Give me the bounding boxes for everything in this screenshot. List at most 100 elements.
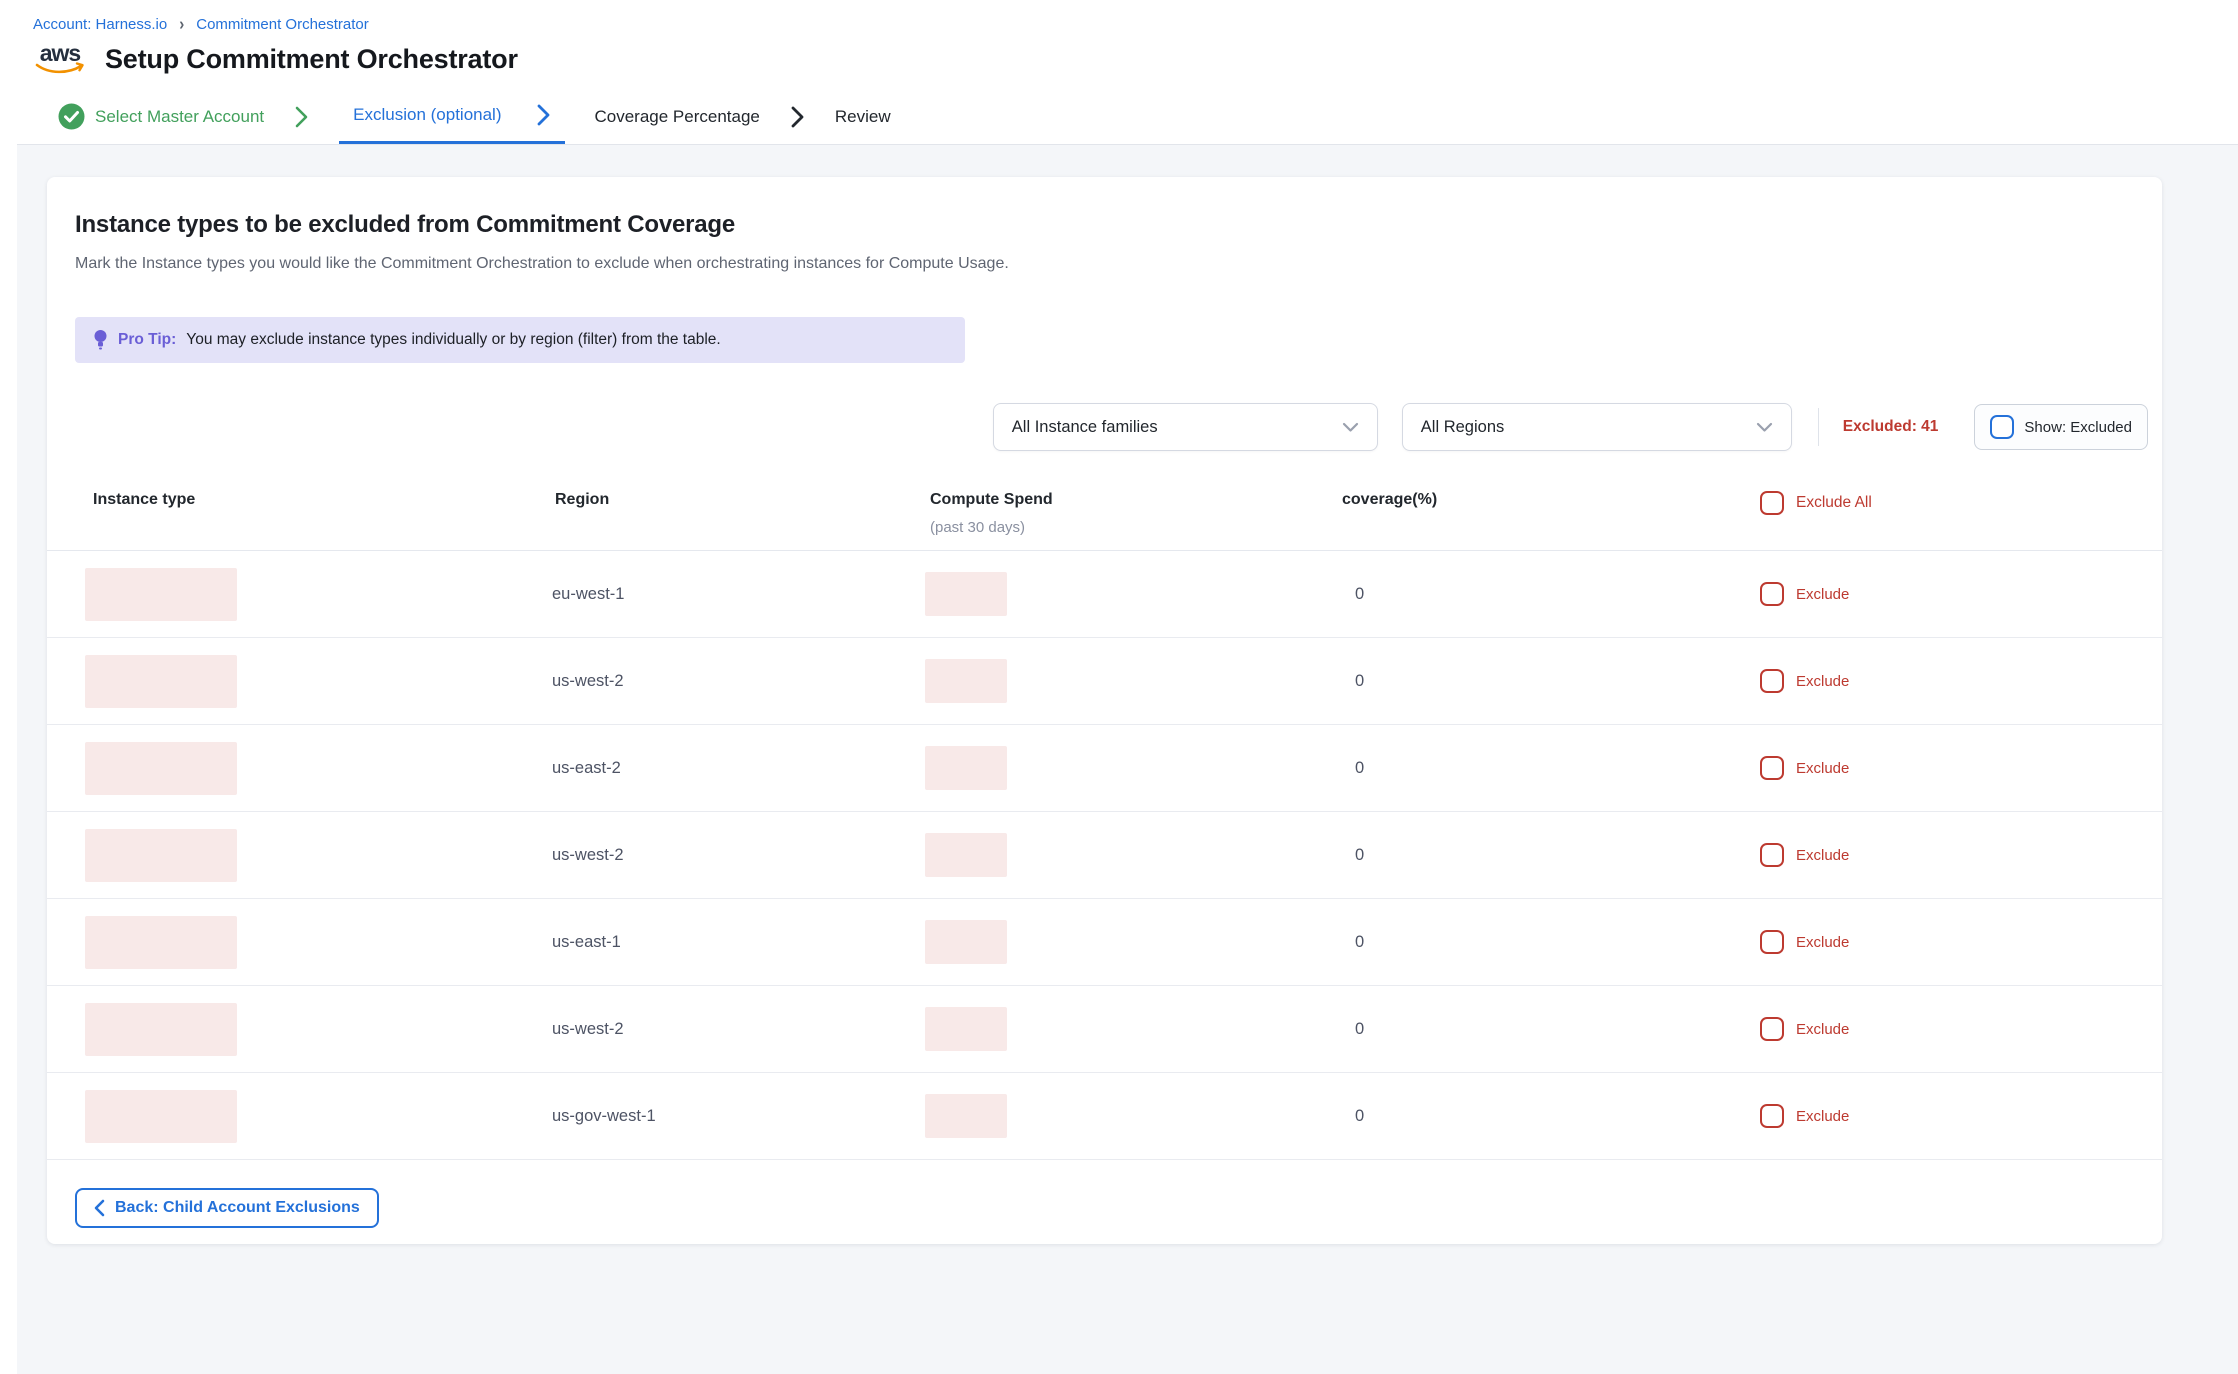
breadcrumb: Account: Harness.io › Commitment Orchest… bbox=[33, 16, 2238, 33]
col-compute-spend: Compute Spend (past 30 days) bbox=[887, 491, 1307, 536]
pro-tip-text: You may exclude instance types individua… bbox=[186, 331, 720, 349]
table-row: eu-west-1 0 Exclude bbox=[47, 551, 2162, 638]
exclude-label[interactable]: Exclude bbox=[1796, 1021, 1849, 1038]
check-circle-icon bbox=[58, 103, 85, 130]
region-value: us-east-2 bbox=[467, 759, 887, 778]
wizard-stepper: Select Master Account Exclusion (optiona… bbox=[17, 89, 2238, 145]
redacted-instance-type bbox=[85, 742, 237, 795]
instance-family-dropdown-value: All Instance families bbox=[1012, 418, 1158, 437]
exclude-label[interactable]: Exclude bbox=[1796, 586, 1849, 603]
redacted-instance-type bbox=[85, 916, 237, 969]
redacted-instance-type bbox=[85, 568, 237, 621]
filter-divider bbox=[1818, 408, 1819, 446]
exclude-checkbox[interactable] bbox=[1760, 1104, 1784, 1128]
exclude-checkbox[interactable] bbox=[1760, 756, 1784, 780]
exclude-checkbox[interactable] bbox=[1760, 582, 1784, 606]
chevron-down-icon bbox=[1756, 422, 1773, 433]
title-row: aws Setup Commitment Orchestrator bbox=[33, 43, 2238, 75]
panel-subheading: Mark the Instance types you would like t… bbox=[47, 239, 2162, 273]
redacted-compute-spend bbox=[925, 572, 1007, 616]
aws-logo-text: aws bbox=[40, 43, 80, 63]
panel-heading: Instance types to be excluded from Commi… bbox=[47, 177, 2162, 239]
step-chevron-icon bbox=[294, 89, 309, 144]
chevron-left-icon bbox=[94, 1199, 105, 1217]
step-label: Select Master Account bbox=[95, 107, 264, 127]
coverage-value: 0 bbox=[1307, 1107, 1727, 1126]
back-button[interactable]: Back: Child Account Exclusions bbox=[75, 1188, 379, 1228]
aws-smile-icon bbox=[34, 62, 86, 75]
step-label: Coverage Percentage bbox=[595, 107, 760, 127]
breadcrumb-account-link[interactable]: Account: Harness.io bbox=[33, 16, 167, 33]
redacted-instance-type bbox=[85, 1090, 237, 1143]
exclude-checkbox[interactable] bbox=[1760, 843, 1784, 867]
redacted-instance-type bbox=[85, 1003, 237, 1056]
step-coverage-percentage[interactable]: Coverage Percentage bbox=[595, 89, 760, 144]
redacted-compute-spend bbox=[925, 1094, 1007, 1138]
pro-tip-banner: Pro Tip: You may exclude instance types … bbox=[75, 317, 965, 363]
breadcrumb-page-link[interactable]: Commitment Orchestrator bbox=[196, 16, 369, 33]
exclude-label[interactable]: Exclude bbox=[1796, 934, 1849, 951]
redacted-compute-spend bbox=[925, 920, 1007, 964]
content-area: Instance types to be excluded from Commi… bbox=[17, 145, 2238, 1374]
region-value: us-east-1 bbox=[467, 933, 887, 952]
region-value: us-west-2 bbox=[467, 846, 887, 865]
coverage-value: 0 bbox=[1307, 585, 1727, 604]
col-coverage: coverage(%) bbox=[1307, 491, 1727, 536]
col-region: Region bbox=[467, 491, 887, 536]
show-excluded-toggle[interactable]: Show: Excluded bbox=[1974, 404, 2148, 450]
coverage-value: 0 bbox=[1307, 672, 1727, 691]
table-row: us-east-2 0 Exclude bbox=[47, 725, 2162, 812]
chevron-down-icon bbox=[1342, 422, 1359, 433]
redacted-instance-type bbox=[85, 829, 237, 882]
table-header: Instance type Region Compute Spend (past… bbox=[47, 491, 2162, 551]
page: Account: Harness.io › Commitment Orchest… bbox=[0, 0, 2238, 1374]
redacted-instance-type bbox=[85, 655, 237, 708]
exclude-label[interactable]: Exclude bbox=[1796, 847, 1849, 864]
breadcrumb-separator-icon: › bbox=[179, 15, 184, 35]
show-excluded-label: Show: Excluded bbox=[2024, 419, 2132, 436]
coverage-value: 0 bbox=[1307, 759, 1727, 778]
region-dropdown-value: All Regions bbox=[1421, 418, 1504, 437]
redacted-compute-spend bbox=[925, 659, 1007, 703]
region-value: us-west-2 bbox=[467, 672, 887, 691]
exclude-checkbox[interactable] bbox=[1760, 669, 1784, 693]
table-row: us-west-2 0 Exclude bbox=[47, 986, 2162, 1073]
step-exclusion[interactable]: Exclusion (optional) bbox=[339, 89, 564, 144]
table-row: us-west-2 0 Exclude bbox=[47, 638, 2162, 725]
col-exclude-all: Exclude All bbox=[1727, 491, 2162, 536]
exclude-all-label[interactable]: Exclude All bbox=[1796, 491, 1872, 515]
step-label: Review bbox=[835, 107, 891, 127]
region-value: eu-west-1 bbox=[467, 585, 887, 604]
filter-row: All Instance families All Regions Exclud… bbox=[47, 403, 2162, 451]
step-select-master-account[interactable]: Select Master Account bbox=[58, 89, 264, 144]
exclude-label[interactable]: Exclude bbox=[1796, 673, 1849, 690]
step-label: Exclusion (optional) bbox=[353, 105, 501, 125]
region-value: us-west-2 bbox=[467, 1020, 887, 1039]
step-chevron-icon bbox=[536, 103, 551, 127]
coverage-value: 0 bbox=[1307, 933, 1727, 952]
exclude-all-checkbox[interactable] bbox=[1760, 491, 1784, 515]
exclude-checkbox[interactable] bbox=[1760, 1017, 1784, 1041]
page-header: Account: Harness.io › Commitment Orchest… bbox=[0, 0, 2238, 75]
aws-logo: aws bbox=[33, 43, 87, 75]
coverage-value: 0 bbox=[1307, 846, 1727, 865]
page-title: Setup Commitment Orchestrator bbox=[105, 44, 518, 75]
excluded-count: Excluded: 41 bbox=[1843, 418, 1939, 436]
step-chevron-icon bbox=[790, 89, 805, 144]
exclusion-panel: Instance types to be excluded from Commi… bbox=[47, 177, 2162, 1244]
exclude-label[interactable]: Exclude bbox=[1796, 760, 1849, 777]
redacted-compute-spend bbox=[925, 1007, 1007, 1051]
redacted-compute-spend bbox=[925, 833, 1007, 877]
instance-family-dropdown[interactable]: All Instance families bbox=[993, 403, 1378, 451]
region-value: us-gov-west-1 bbox=[467, 1107, 887, 1126]
region-dropdown[interactable]: All Regions bbox=[1402, 403, 1792, 451]
pro-tip-label: Pro Tip: bbox=[118, 331, 176, 349]
lightbulb-icon bbox=[93, 329, 108, 351]
step-review[interactable]: Review bbox=[835, 89, 891, 144]
back-button-label: Back: Child Account Exclusions bbox=[115, 1199, 360, 1217]
col-compute-spend-title: Compute Spend bbox=[930, 491, 1053, 508]
show-excluded-checkbox[interactable] bbox=[1990, 415, 2014, 439]
table-row: us-west-2 0 Exclude bbox=[47, 812, 2162, 899]
exclude-label[interactable]: Exclude bbox=[1796, 1108, 1849, 1125]
exclude-checkbox[interactable] bbox=[1760, 930, 1784, 954]
